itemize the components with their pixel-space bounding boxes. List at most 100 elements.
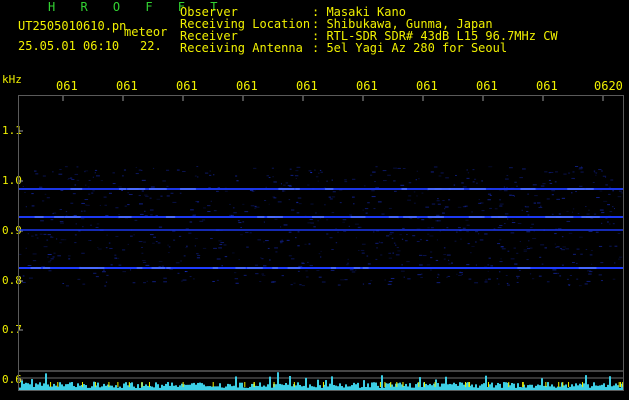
noise-bar xyxy=(387,383,389,390)
noise-speck xyxy=(224,256,228,258)
noise-bar xyxy=(429,383,431,390)
noise-speck xyxy=(342,221,346,223)
noise-speck xyxy=(287,184,292,186)
noise-speck xyxy=(419,239,422,241)
noise-speck xyxy=(351,196,355,198)
noise-speck xyxy=(348,225,350,227)
noise-bar xyxy=(265,386,267,390)
noise-speck xyxy=(249,232,252,234)
noise-speck xyxy=(149,234,154,236)
noise-speck xyxy=(328,196,332,198)
noise-speck xyxy=(499,205,503,207)
event-marker xyxy=(418,382,420,387)
noise-speck xyxy=(167,244,169,246)
noise-bar xyxy=(375,382,377,390)
noise-bar xyxy=(321,387,323,390)
noise-bar xyxy=(57,386,59,390)
noise-speck xyxy=(290,174,294,176)
noise-speck xyxy=(416,240,420,242)
noise-speck xyxy=(221,265,223,267)
noise-speck xyxy=(332,191,336,193)
noise-speck xyxy=(374,181,376,183)
noise-speck xyxy=(305,270,308,272)
noise-bar xyxy=(361,387,363,390)
noise-speck xyxy=(254,264,259,266)
noise-speck xyxy=(197,254,201,256)
noise-bar xyxy=(135,387,137,390)
noise-bar xyxy=(591,386,593,390)
noise-speck xyxy=(453,184,456,186)
noise-speck xyxy=(358,226,362,228)
noise-bar xyxy=(575,383,577,390)
noise-speck xyxy=(27,233,29,235)
noise-bar xyxy=(175,385,177,390)
noise-speck xyxy=(121,189,124,191)
noise-speck xyxy=(577,213,580,215)
noise-bar xyxy=(299,384,301,390)
noise-speck xyxy=(144,215,148,217)
noise-bar xyxy=(461,382,463,390)
noise-speck xyxy=(223,244,227,246)
signal-highlight xyxy=(468,216,483,218)
noise-speck xyxy=(235,175,238,177)
noise-speck xyxy=(599,209,604,211)
noise-speck xyxy=(259,281,262,283)
noise-speck xyxy=(22,275,25,277)
noise-speck xyxy=(455,174,457,176)
noise-speck xyxy=(301,262,305,264)
noise-bar xyxy=(191,383,193,390)
noise-speck xyxy=(450,262,453,264)
noise-bar xyxy=(297,382,299,390)
noise-speck xyxy=(25,206,27,208)
noise-speck xyxy=(443,254,447,256)
noise-speck xyxy=(521,209,523,211)
noise-speck xyxy=(501,246,504,248)
noise-speck xyxy=(546,281,550,283)
noise-speck xyxy=(614,245,618,247)
noise-speck xyxy=(514,263,518,265)
noise-speck xyxy=(618,190,622,192)
noise-bar xyxy=(31,379,33,390)
noise-speck xyxy=(465,219,469,221)
noise-speck xyxy=(365,212,368,214)
noise-bar xyxy=(257,386,259,390)
noise-speck xyxy=(290,258,295,260)
noise-speck xyxy=(554,243,556,245)
noise-speck xyxy=(454,240,457,242)
noise-speck xyxy=(480,202,484,204)
noise-bar xyxy=(93,381,95,390)
antenna-value: : 5el Yagi Az 280 for Seoul xyxy=(312,41,508,55)
noise-speck xyxy=(210,200,212,202)
noise-speck xyxy=(426,264,431,266)
noise-bar xyxy=(521,387,523,390)
noise-speck xyxy=(378,241,381,243)
noise-speck xyxy=(138,241,143,243)
noise-speck xyxy=(366,255,369,257)
noise-speck xyxy=(427,190,429,192)
x-tick-label: 061 xyxy=(416,79,438,93)
noise-speck xyxy=(244,211,249,213)
noise-speck xyxy=(158,226,163,228)
noise-bar xyxy=(187,384,189,390)
noise-bar xyxy=(477,387,479,390)
noise-speck xyxy=(540,185,545,187)
noise-speck xyxy=(580,166,583,168)
noise-speck xyxy=(446,254,451,256)
noise-speck xyxy=(588,273,592,275)
noise-bar xyxy=(443,383,445,390)
noise-bar xyxy=(597,385,599,390)
noise-bar xyxy=(511,382,513,390)
noise-bar xyxy=(427,385,429,390)
noise-speck xyxy=(419,264,423,266)
noise-speck xyxy=(504,213,509,215)
event-marker xyxy=(434,382,436,387)
noise-bar xyxy=(551,384,553,390)
noise-speck xyxy=(263,265,267,267)
noise-speck xyxy=(301,285,305,287)
noise-speck xyxy=(213,210,217,212)
noise-speck xyxy=(103,196,107,198)
noise-speck xyxy=(324,204,326,206)
noise-speck xyxy=(586,280,591,282)
noise-speck xyxy=(199,220,204,222)
noise-speck xyxy=(192,214,196,216)
